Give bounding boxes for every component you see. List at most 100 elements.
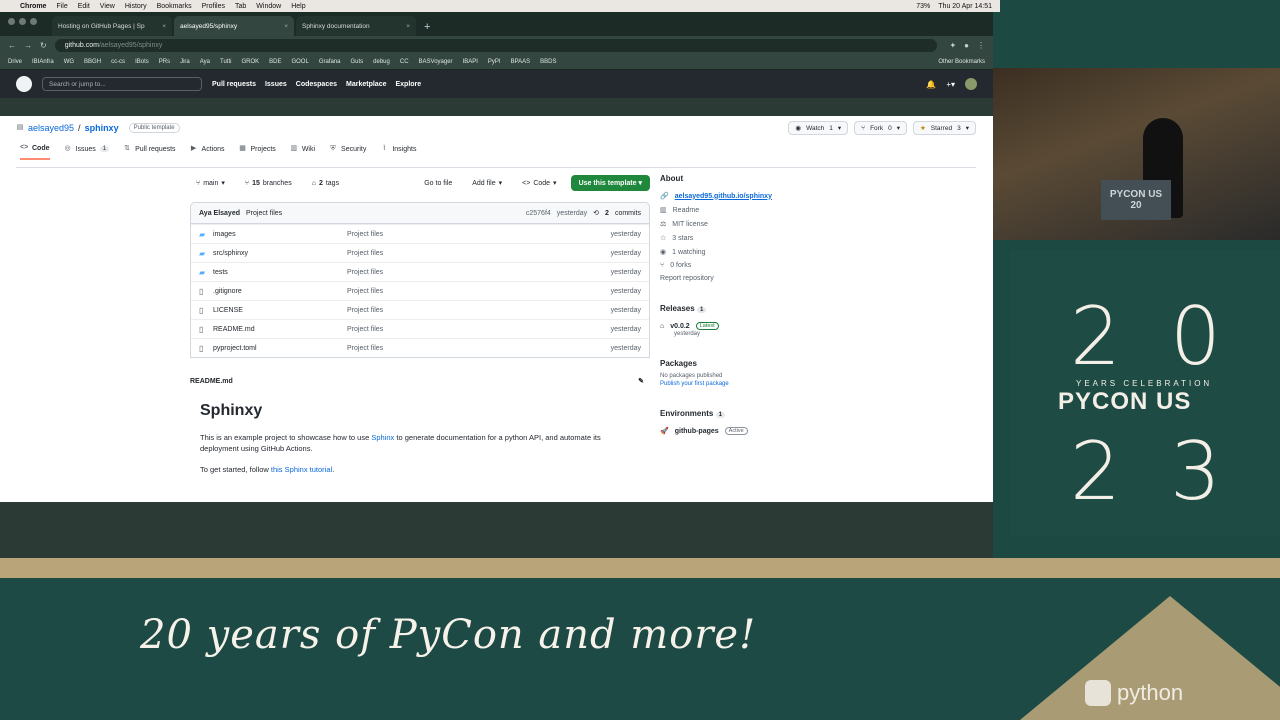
bell-icon[interactable]: 🔔 — [926, 80, 936, 89]
tab-security[interactable]: ⛨ Security — [329, 144, 366, 160]
bookmark[interactable]: Guts — [351, 59, 364, 65]
bookmark[interactable]: PyPI — [488, 59, 501, 65]
close-window-button[interactable] — [8, 18, 15, 25]
close-tab-icon[interactable]: × — [284, 23, 288, 30]
releases-title[interactable]: Releases 1 — [660, 304, 820, 313]
tab-code[interactable]: <> Code — [20, 144, 50, 160]
code-button[interactable]: <> Code ▾ — [516, 177, 562, 189]
watch-button[interactable]: ◉ Watch 1 ▾ — [788, 121, 849, 135]
file-row[interactable]: ▯ README.md Project files yesterday — [191, 319, 649, 338]
file-commit-message[interactable]: Project files — [347, 269, 611, 276]
tab-actions[interactable]: ▶ Actions — [190, 144, 225, 160]
browser-tab[interactable]: Hosting on GitHub Pages | Sp × — [52, 16, 172, 36]
tags-link[interactable]: ⌂ 2 tags — [306, 178, 345, 189]
github-logo-icon[interactable] — [16, 76, 32, 92]
browser-tab[interactable]: Sphinxy documentation × — [296, 16, 416, 36]
nav-marketplace[interactable]: Marketplace — [346, 81, 386, 88]
commit-message[interactable]: Project files — [246, 210, 282, 217]
environments-title[interactable]: Environments 1 — [660, 409, 820, 418]
repo-owner-link[interactable]: aelsayed95 — [28, 123, 74, 133]
battery-percent[interactable]: 73% — [916, 3, 930, 10]
close-tab-icon[interactable]: × — [406, 23, 410, 30]
environment-item[interactable]: 🚀 github-pages Active — [660, 427, 820, 435]
menu-view[interactable]: View — [100, 3, 115, 10]
new-tab-button[interactable]: + — [418, 21, 436, 36]
bookmark[interactable]: debug — [373, 59, 390, 65]
tab-issues[interactable]: ◎ Issues 1 — [64, 144, 110, 160]
use-template-button[interactable]: Use this template ▾ — [570, 175, 650, 191]
file-commit-message[interactable]: Project files — [347, 231, 611, 238]
tab-wiki[interactable]: ▥ Wiki — [290, 144, 316, 160]
bookmark[interactable]: WG — [64, 59, 74, 65]
readme-filename[interactable]: README.md — [190, 378, 233, 385]
stars-link[interactable]: ☆ 3 stars — [660, 234, 820, 243]
forward-icon[interactable]: → — [24, 41, 32, 50]
avatar[interactable] — [965, 78, 977, 90]
app-menu[interactable]: Chrome — [20, 3, 46, 10]
commit-author[interactable]: Aya Elsayed — [199, 210, 240, 217]
publish-package-link[interactable]: Publish your first package — [660, 381, 820, 387]
file-commit-message[interactable]: Project files — [347, 326, 611, 333]
file-row[interactable]: ▰ tests Project files yesterday — [191, 262, 649, 281]
file-row[interactable]: ▯ pyproject.toml Project files yesterday — [191, 338, 649, 357]
commits-count[interactable]: 2 — [605, 210, 609, 217]
nav-explore[interactable]: Explore — [395, 81, 421, 88]
menu-history[interactable]: History — [125, 3, 147, 10]
browser-tab-active[interactable]: aelsayed95/sphinxy × — [174, 16, 294, 36]
menu-tab[interactable]: Tab — [235, 3, 246, 10]
search-input[interactable]: Search or jump to... — [42, 77, 202, 91]
file-name[interactable]: pyproject.toml — [213, 345, 347, 352]
bookmark[interactable]: Tutti — [220, 59, 231, 65]
menu-edit[interactable]: Edit — [78, 3, 90, 10]
branch-select[interactable]: ⑂ main ▾ — [190, 177, 231, 189]
license-link[interactable]: ⚖ MIT license — [660, 220, 820, 229]
reload-icon[interactable]: ↻ — [40, 41, 47, 50]
star-button[interactable]: ★ Starred 3 ▾ — [912, 121, 976, 135]
bookmark[interactable]: BDE — [269, 59, 281, 65]
nav-pull-requests[interactable]: Pull requests — [212, 81, 256, 88]
other-bookmarks[interactable]: Other Bookmarks — [938, 59, 993, 65]
bookmark[interactable]: GOOL — [291, 59, 308, 65]
file-row[interactable]: ▰ src/sphinxy Project files yesterday — [191, 243, 649, 262]
tab-pull-requests[interactable]: ⇅ Pull requests — [123, 144, 175, 160]
file-commit-message[interactable]: Project files — [347, 288, 611, 295]
pencil-icon[interactable]: ✎ — [638, 377, 644, 385]
tab-projects[interactable]: ▦ Projects — [239, 144, 276, 160]
file-commit-message[interactable]: Project files — [347, 250, 611, 257]
bookmark[interactable]: BBDS — [540, 59, 556, 65]
menu-help[interactable]: Help — [291, 3, 305, 10]
bookmark[interactable]: PRs — [159, 59, 170, 65]
address-bar[interactable]: github.com/aelsayed95/sphinxy — [54, 38, 938, 52]
plus-icon[interactable]: +▾ — [946, 80, 955, 89]
repo-name-link[interactable]: sphinxy — [85, 123, 119, 133]
menu-window[interactable]: Window — [256, 3, 281, 10]
extensions-icon[interactable]: ✦ — [949, 41, 956, 50]
file-row[interactable]: ▯ LICENSE Project files yesterday — [191, 300, 649, 319]
file-name[interactable]: src/sphinxy — [213, 250, 347, 257]
bookmark[interactable]: BASVoyager — [419, 59, 453, 65]
bookmark[interactable]: BPAAS — [511, 59, 531, 65]
homepage-link[interactable]: 🔗 aelsayed95.github.io/sphinxy — [660, 192, 820, 201]
bookmark[interactable]: IBAPI — [463, 59, 478, 65]
bookmark[interactable]: IBots — [135, 59, 149, 65]
commit-hash[interactable]: c2576f4 — [526, 210, 551, 217]
release-item[interactable]: ⌂ v0.0.2 Latest — [660, 322, 820, 330]
file-name[interactable]: README.md — [213, 326, 347, 333]
bookmark[interactable]: Drive — [8, 59, 22, 65]
bookmark[interactable]: cc-cs — [111, 59, 125, 65]
back-icon[interactable]: ← — [8, 41, 16, 50]
close-tab-icon[interactable]: × — [162, 23, 166, 30]
zoom-window-button[interactable] — [30, 18, 37, 25]
release-version[interactable]: v0.0.2 — [670, 323, 689, 330]
file-name[interactable]: images — [213, 231, 347, 238]
file-row[interactable]: ▰ images Project files yesterday — [191, 224, 649, 243]
file-commit-message[interactable]: Project files — [347, 345, 611, 352]
bookmark[interactable]: Aya — [200, 59, 210, 65]
readme-link[interactable]: ▥ Readme — [660, 206, 820, 215]
bookmark[interactable]: IBIAnfra — [32, 59, 54, 65]
file-name[interactable]: tests — [213, 269, 347, 276]
commits-label[interactable]: commits — [615, 210, 641, 217]
add-file-button[interactable]: Add file ▾ — [466, 177, 508, 189]
report-repository-link[interactable]: Report repository — [660, 275, 820, 282]
file-row[interactable]: ▯ .gitignore Project files yesterday — [191, 281, 649, 300]
